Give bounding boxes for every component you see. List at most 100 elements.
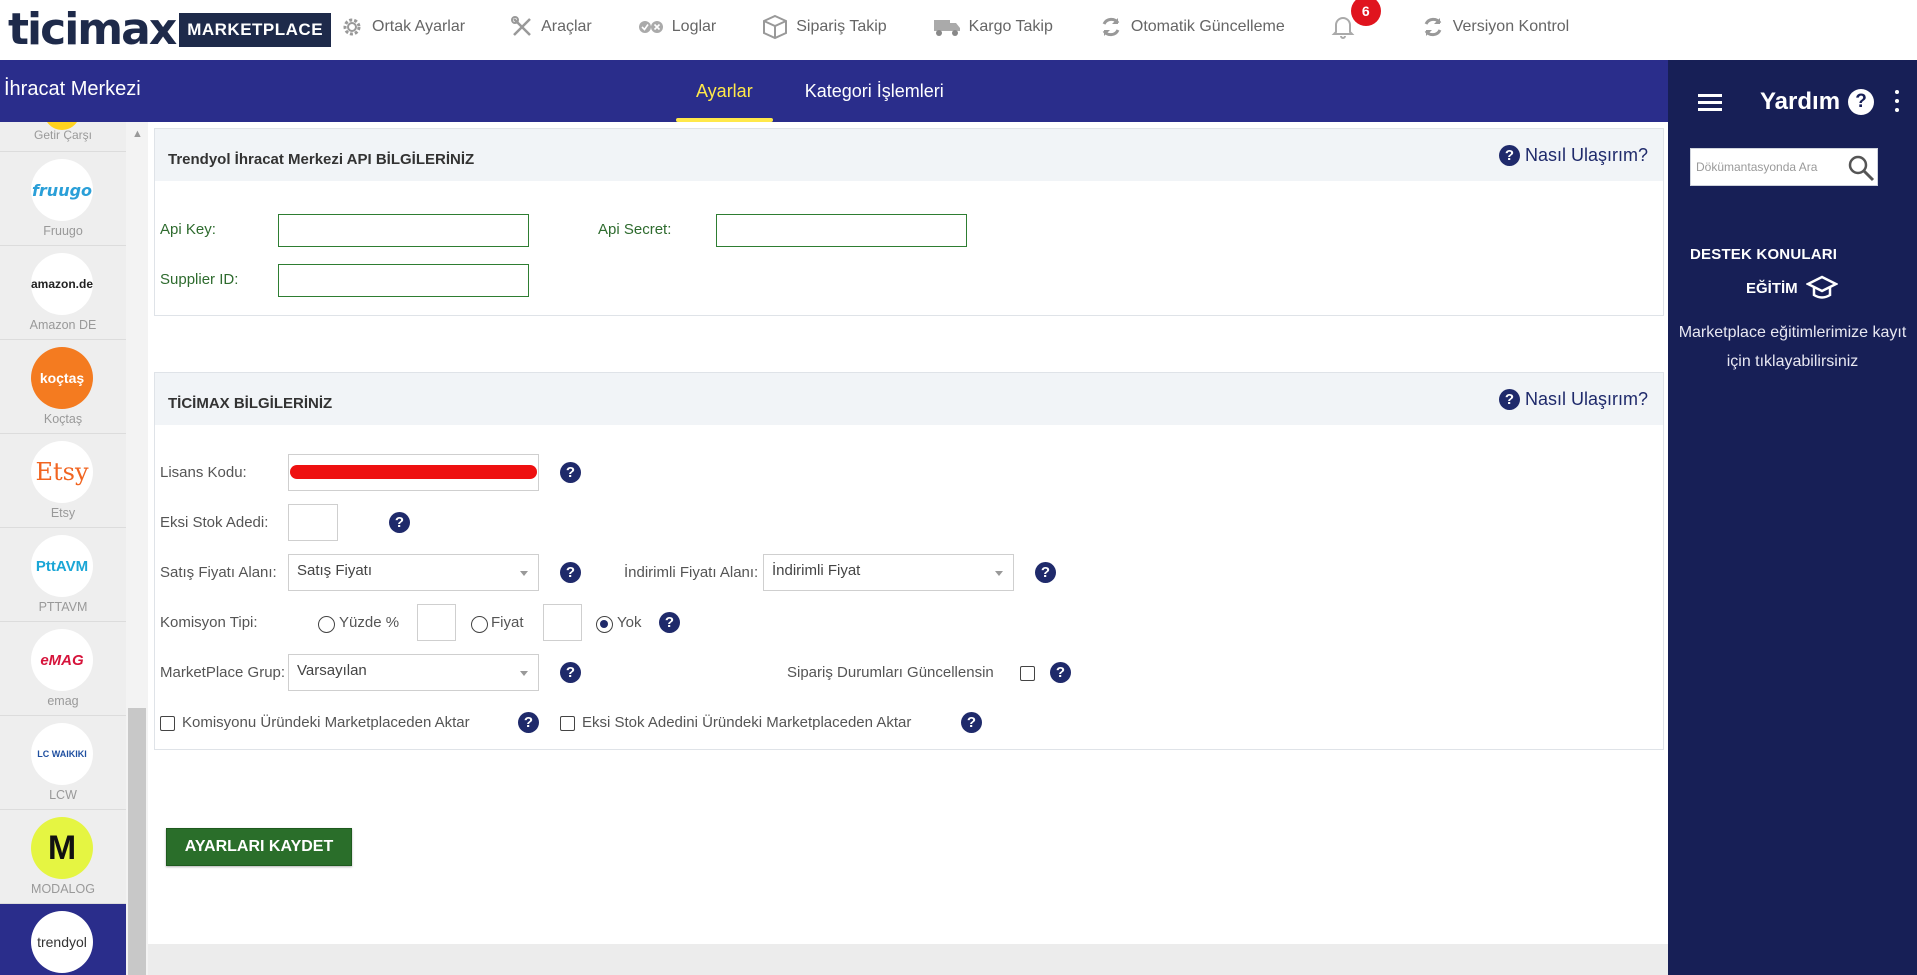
nav-label: Araçlar xyxy=(541,18,592,35)
scroll-up-arrow-icon[interactable]: ▲ xyxy=(132,128,143,140)
marketplace-item-pttavm[interactable]: PttAVM PTTAVM xyxy=(0,528,126,622)
sync-icon xyxy=(1424,17,1442,37)
order-status-checkbox[interactable] xyxy=(1020,666,1035,681)
marketplace-item-etsy[interactable]: Etsy Etsy xyxy=(0,434,126,528)
tab-ayarlar[interactable]: Ayarlar xyxy=(676,60,773,122)
documentation-search-input[interactable] xyxy=(1691,149,1841,185)
discount-price-help-icon[interactable]: ? xyxy=(1035,562,1056,583)
commission-none-radio[interactable] xyxy=(596,616,613,633)
marketplace-item-fruugo[interactable]: fruugo Fruugo xyxy=(0,152,126,246)
marketplace-item-koctas[interactable]: koçtaş Koçtaş xyxy=(0,340,126,434)
panel-header: TİCİMAX BİLGİLERİNİZ ? Nasıl Ulaşırım? xyxy=(155,373,1663,425)
sidebar-scrollbar[interactable]: ▲ xyxy=(126,122,148,975)
top-bar: ticimax MARKETPLACE Ortak Ayarlar Araçla… xyxy=(0,0,1917,60)
ticimax-info-panel: TİCİMAX BİLGİLERİNİZ ? Nasıl Ulaşırım? L… xyxy=(154,372,1664,750)
marketplace-item-modalog[interactable]: M MODALOG xyxy=(0,810,126,904)
sale-price-help-icon[interactable]: ? xyxy=(560,562,581,583)
emag-logo: eMAG xyxy=(31,629,93,691)
training-link[interactable]: EĞİTİM xyxy=(1746,274,1838,302)
marketplace-item-lcw[interactable]: LC WAIKIKI LCW xyxy=(0,716,126,810)
question-icon: ? xyxy=(1498,389,1520,410)
save-settings-button[interactable]: AYARLARI KAYDET xyxy=(166,828,352,866)
nav-versiyon-kontrol[interactable]: Versiyon Kontrol xyxy=(1421,15,1570,39)
marketplace-group-help-icon[interactable]: ? xyxy=(560,662,581,683)
marketplace-group-select[interactable]: Varsayılan xyxy=(288,654,539,691)
marketplace-label: Getir Çarşı xyxy=(33,128,92,142)
nav-label: Sipariş Takip xyxy=(796,18,887,35)
sale-price-select[interactable]: Satış Fiyatı xyxy=(288,554,539,591)
ticimax-logo[interactable]: ticimax MARKETPLACE xyxy=(8,6,332,54)
transfer-stock-help-icon[interactable]: ? xyxy=(961,712,982,733)
redaction-mark xyxy=(290,465,537,479)
sale-price-label: Satış Fiyatı Alanı: xyxy=(160,564,277,581)
nav-loglar[interactable]: Loglar xyxy=(638,18,716,36)
more-options-icon[interactable] xyxy=(1894,90,1900,114)
help-panel-title: Yardım ? xyxy=(1760,88,1875,116)
api-secret-input[interactable] xyxy=(716,214,967,247)
help-link-label: Nasıl Ulaşırım? xyxy=(1524,389,1648,409)
koctas-logo: koçtaş xyxy=(31,347,93,409)
notifications-button[interactable]: 6 xyxy=(1331,0,1381,40)
commission-percent-radio[interactable] xyxy=(318,616,335,633)
nav-label: Versiyon Kontrol xyxy=(1452,18,1570,35)
supplier-id-input[interactable] xyxy=(278,264,529,297)
marketplace-item-getir-carsi[interactable]: Getir Çarşı xyxy=(0,122,126,152)
commission-percent-input[interactable] xyxy=(417,604,456,641)
scrollbar-thumb[interactable] xyxy=(128,708,146,975)
transfer-commission-help-icon[interactable]: ? xyxy=(518,712,539,733)
nav-label: Ortak Ayarlar xyxy=(372,18,466,35)
marketplace-label: Amazon DE xyxy=(29,318,97,332)
discount-price-select[interactable]: İndirimli Fiyat xyxy=(763,554,1014,591)
content-footer-band xyxy=(148,944,1668,975)
page-title: İhracat Merkezi xyxy=(4,78,141,100)
order-status-help-icon[interactable]: ? xyxy=(1050,662,1071,683)
search-icon[interactable] xyxy=(1847,154,1875,182)
transfer-commission-checkbox[interactable] xyxy=(160,716,175,731)
marketplace-item-trendyol-active[interactable]: trendyol xyxy=(0,904,126,975)
api-key-input[interactable] xyxy=(278,214,529,247)
commission-type-label: Komisyon Tipi: xyxy=(160,614,258,631)
how-to-get-link[interactable]: ? Nasıl Ulaşırım? xyxy=(1498,389,1648,410)
license-help-icon[interactable]: ? xyxy=(560,462,581,483)
truck-icon xyxy=(933,20,960,36)
nav-siparis-takip[interactable]: Sipariş Takip xyxy=(762,14,887,40)
commission-price-label: Fiyat xyxy=(491,614,524,631)
help-title-text: Yardım xyxy=(1760,88,1841,115)
logo-badge: MARKETPLACE xyxy=(179,13,332,47)
training-label: EĞİTİM xyxy=(1746,279,1798,297)
bell-icon xyxy=(1331,17,1355,39)
nav-araclar[interactable]: Araçlar xyxy=(511,16,592,38)
commission-help-icon[interactable]: ? xyxy=(659,612,680,633)
tab-kategori-islemleri[interactable]: Kategori İşlemleri xyxy=(785,60,964,122)
modalog-logo: M xyxy=(31,817,93,879)
panel-header: Trendyol İhracat Merkezi API BİLGİLERİNİ… xyxy=(155,129,1663,181)
nav-label: Otomatik Güncelleme xyxy=(1130,18,1285,35)
nav-label: Kargo Takip xyxy=(968,18,1053,35)
log-icon xyxy=(638,21,663,33)
transfer-stock-label: Eksi Stok Adedini Üründeki Marketplacede… xyxy=(582,714,912,731)
marketplace-item-amazon-de[interactable]: amazon.de Amazon DE xyxy=(0,246,126,340)
negative-stock-input[interactable] xyxy=(288,504,338,541)
transfer-stock-checkbox[interactable] xyxy=(560,716,575,731)
api-secret-label: Api Secret: xyxy=(598,221,672,238)
nav-kargo-takip[interactable]: Kargo Takip xyxy=(933,17,1053,37)
trendyol-logo: trendyol xyxy=(31,911,93,973)
notification-count-badge: 6 xyxy=(1350,0,1381,26)
commission-price-radio[interactable] xyxy=(471,616,488,633)
commission-percent-label: Yüzde % xyxy=(339,614,400,631)
training-description[interactable]: Marketplace eğitimlerimize kayıt için tı… xyxy=(1668,318,1917,376)
pttavm-logo: PttAVM xyxy=(31,535,93,597)
gear-icon xyxy=(343,18,361,36)
nav-ortak-ayarlar[interactable]: Ortak Ayarlar xyxy=(340,15,465,39)
negative-stock-help-icon[interactable]: ? xyxy=(389,512,410,533)
how-to-get-link[interactable]: ? Nasıl Ulaşırım? xyxy=(1498,145,1648,166)
nav-label: Loglar xyxy=(671,18,717,35)
marketplace-item-emag[interactable]: eMAG emag xyxy=(0,622,126,716)
api-info-panel: Trendyol İhracat Merkezi API BİLGİLERİNİ… xyxy=(154,128,1664,316)
commission-price-input[interactable] xyxy=(543,604,582,641)
hamburger-menu-icon[interactable] xyxy=(1698,94,1722,112)
nav-otomatik-guncelleme[interactable]: Otomatik Güncelleme xyxy=(1099,15,1285,39)
documentation-search xyxy=(1690,148,1878,186)
license-code-input[interactable] xyxy=(288,454,539,491)
commission-none-label: Yok xyxy=(617,614,642,631)
